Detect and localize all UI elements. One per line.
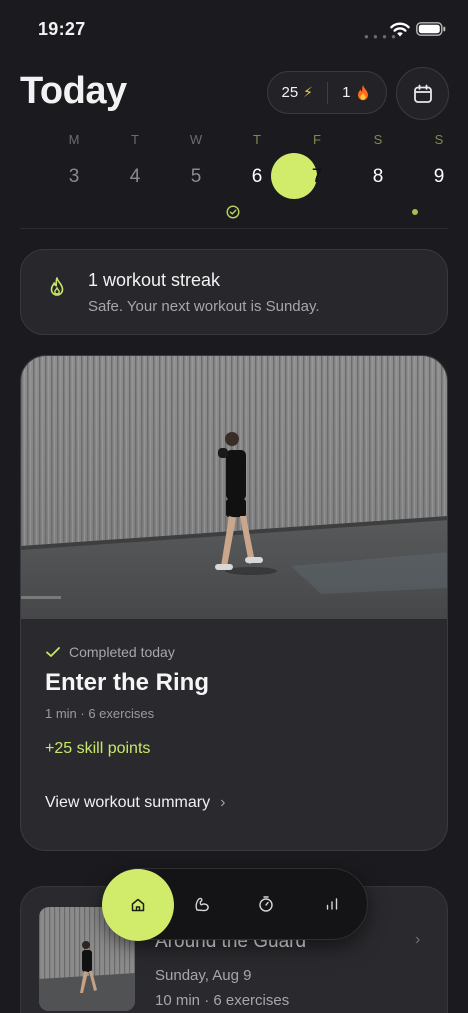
chevron-right-icon: › (415, 931, 421, 948)
day-number: 9 (433, 166, 445, 187)
energy-stat: 25 ⚡ (268, 84, 327, 101)
calendar-icon (413, 84, 432, 103)
completed-label: Completed today (69, 644, 175, 660)
day-number: 7 (311, 166, 323, 187)
summary-link-label: View workout summary (45, 794, 211, 811)
workout-meta: 1 min · 6 exercises (45, 706, 155, 721)
day-letter: F (313, 132, 321, 147)
day-letter: S (434, 132, 444, 147)
page-title: Today (20, 70, 127, 112)
streak-stat: 1 (328, 84, 387, 102)
completed-row: Completed today (45, 644, 175, 660)
day-letter: W (189, 132, 203, 147)
flame-icon (50, 277, 64, 296)
next-workout-meta: 10 min · 6 exercises (155, 992, 290, 1009)
next-workout-date: Sunday, Aug 9 (155, 967, 252, 984)
tab-home[interactable] (102, 869, 174, 941)
tab-training[interactable] (168, 870, 236, 938)
workout-image (21, 356, 447, 619)
battery-icon (416, 22, 446, 36)
scheduled-dot (412, 209, 418, 215)
check-circle-icon (226, 205, 240, 219)
day-letter: T (253, 132, 261, 147)
week-strip: M 3 T 4 W 5 T 6 F 7 S 8 S 9 (20, 130, 448, 230)
tab-stats[interactable] (298, 870, 366, 938)
stats-icon (326, 898, 338, 910)
day-number: 8 (372, 166, 384, 187)
energy-count: 25 (281, 84, 299, 101)
divider (20, 228, 448, 229)
streak-title: 1 workout streak (88, 270, 221, 290)
streak-count: 1 (342, 84, 351, 101)
lightning-icon: ⚡ (303, 84, 314, 100)
status-time: 19:27 (38, 19, 86, 39)
day-letter: S (373, 132, 383, 147)
workout-title: Enter the Ring (45, 669, 210, 696)
day-number: 4 (129, 166, 141, 187)
stats-pill[interactable]: 25 ⚡ 1 (267, 71, 387, 114)
streak-card[interactable]: 1 workout streak Safe. Your next workout… (20, 249, 448, 335)
home-icon (131, 898, 145, 912)
workout-card[interactable]: Completed today Enter the Ring 1 min · 6… (20, 355, 448, 851)
day-letter: M (68, 132, 80, 147)
day-number: 5 (190, 166, 202, 187)
flex-arm-icon (195, 897, 209, 912)
view-summary-link[interactable]: View workout summary › (45, 794, 225, 812)
streak-subtitle: Safe. Your next workout is Sunday. (88, 298, 320, 315)
wifi-icon (390, 22, 410, 37)
check-icon (46, 647, 60, 657)
timer-icon (259, 896, 273, 912)
status-bar: 19:27 ● ● ● ● (0, 0, 468, 60)
skill-points: +25 skill points (45, 740, 151, 757)
chevron-right-icon: › (220, 794, 226, 811)
calendar-button[interactable] (396, 67, 449, 120)
tab-timer[interactable] (232, 870, 300, 938)
tab-bar (102, 868, 368, 941)
fire-icon (358, 84, 369, 100)
day-letter: T (131, 132, 139, 147)
day-number: 3 (68, 166, 80, 187)
